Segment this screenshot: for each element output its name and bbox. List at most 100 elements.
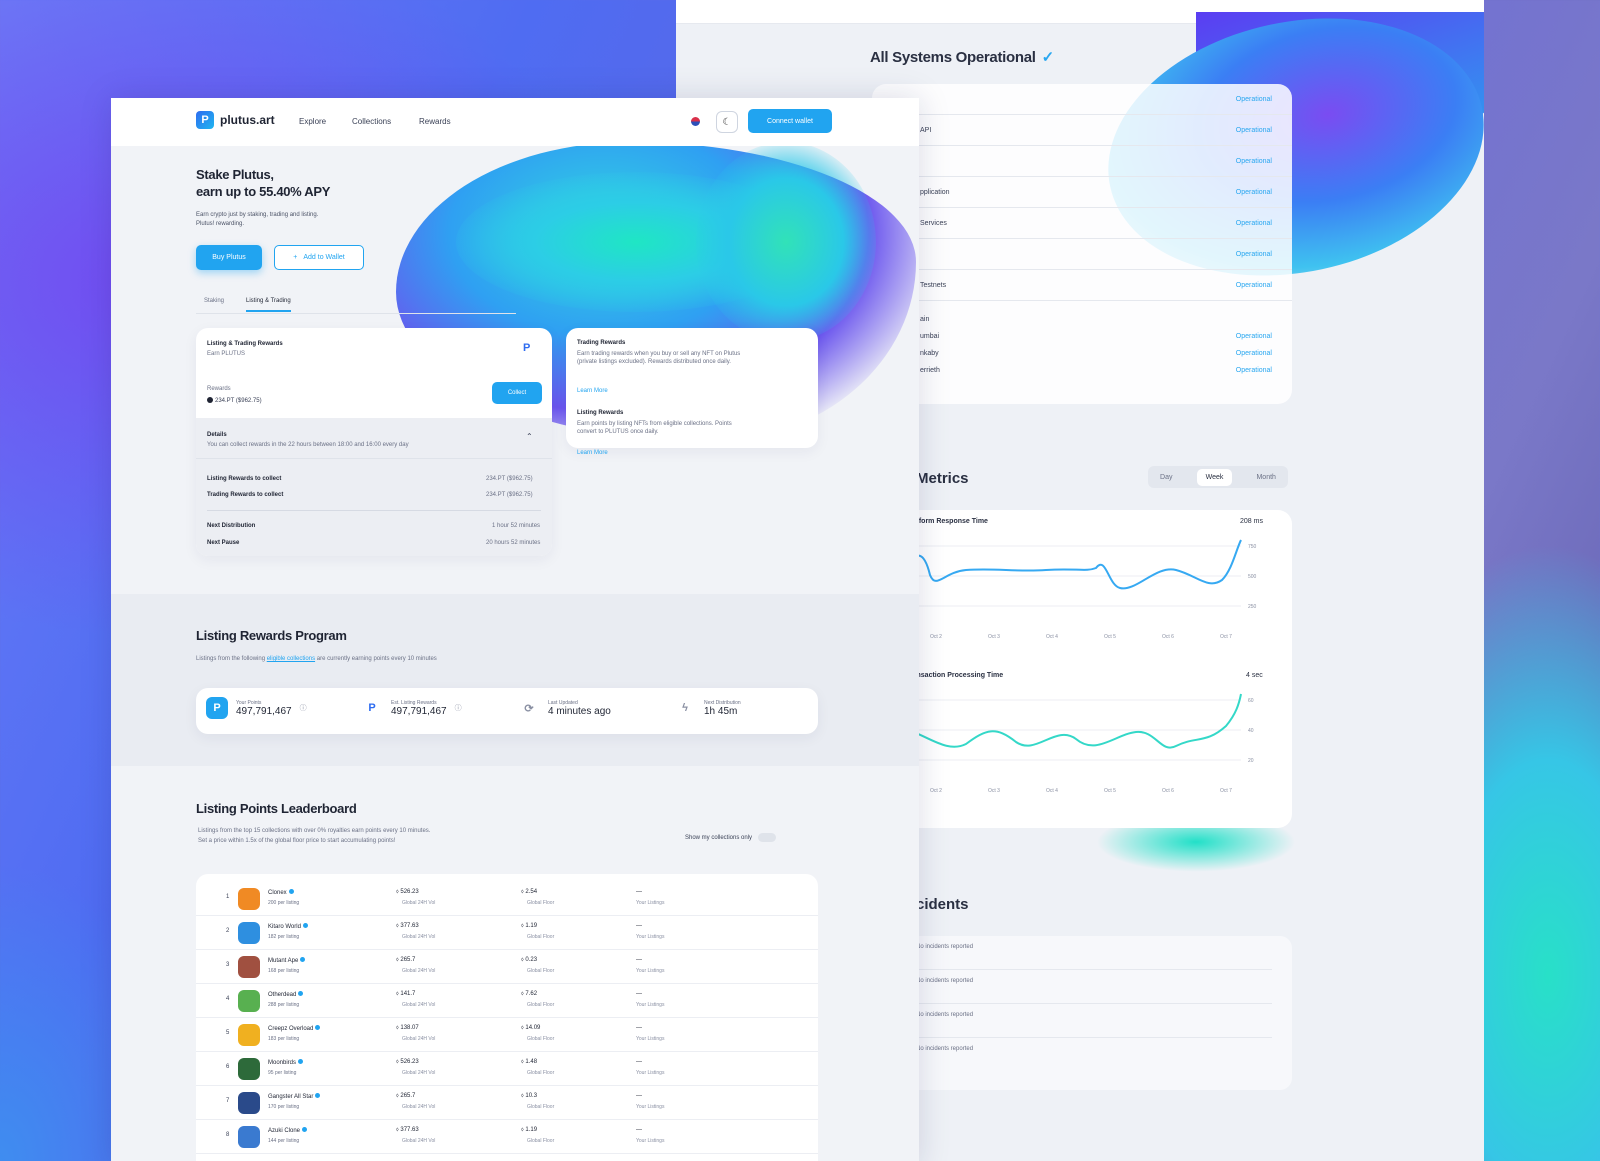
learn-more-link[interactable]: Learn More [577,450,608,456]
brand-name: plutus.art [220,113,275,127]
incidents-card: No incidents reported No incidents repor… [896,936,1292,1090]
global-floor-value: ⬨ 7.62 [521,991,538,997]
rank-number: 5 [226,1030,230,1036]
coin-icon [207,397,213,403]
leaderboard-row[interactable]: 4 Otherdead 288 per listing ⬨ 141.7 Glob… [196,984,818,1018]
leaderboard-row[interactable]: 8 Azuki Clone 144 per listing ⬨ 377.63 G… [196,1120,818,1154]
period-segmented-control: Day Week Month [1148,466,1288,488]
rewards-label: Rewards [207,386,231,392]
your-listings-label: Your Listings [636,1070,665,1076]
chevron-up-icon[interactable]: ⌃ [526,432,533,441]
your-listings-value: — [636,991,642,997]
global-volume-value: ⬨ 377.63 [396,1127,419,1133]
leaderboard-row[interactable]: 6 Moonbirds 95 per listing ⬨ 526.23 Glob… [196,1052,818,1086]
collection-avatar [238,1092,260,1114]
nav-link-collections[interactable]: Collections [352,117,391,126]
chart-1-ytick: 250 [1248,604,1257,610]
stat-your-points: P Your Points 497,791,467 ⓘ [206,697,307,719]
collection-name[interactable]: Gangster All Star [268,1093,321,1100]
verified-badge-icon [288,889,294,894]
metrics-title: Metrics [916,470,969,487]
theme-toggle-button[interactable]: ☾ [716,111,738,133]
add-to-wallet-button[interactable]: + Add to Wallet [274,245,364,270]
connect-wallet-button[interactable]: Connect wallet [748,109,832,133]
collection-name[interactable]: Kitaro World [268,923,308,930]
metrics-chart-card: Platform Response Time 208 ms 750 500 25… [896,510,1292,828]
global-volume-value: ⬨ 526.23 [396,889,419,895]
rewards-card: Listing & Trading Rewards Earn PLUTUS P … [196,328,552,556]
info-icon[interactable]: ⓘ [455,703,462,713]
points-per-listing: 200 per listing [268,900,300,906]
global-volume-value: ⬨ 377.63 [396,923,419,929]
collection-avatar [238,922,260,944]
global-floor-label: Global Floor [527,934,555,940]
language-flag-icon[interactable] [691,117,700,126]
info-icon[interactable]: ⓘ [300,703,307,713]
global-floor-value: ⬨ 14.09 [521,1025,541,1031]
global-floor-label: Global Floor [527,1002,555,1008]
detail-row-label: Next Pause [207,540,240,546]
segment-day[interactable]: Day [1160,474,1172,481]
collection-name[interactable]: Clonex [268,889,294,896]
chart-2-xtick: Oct 5 [1104,788,1116,794]
learn-more-link[interactable]: Learn More [577,388,608,394]
nav-link-rewards[interactable]: Rewards [419,117,451,126]
incident-row: No incidents reported [916,936,1272,970]
leaderboard-title: Listing Points Leaderboard [196,801,357,816]
testnet-row: ain [920,316,930,323]
global-volume-value: ⬨ 265.7 [396,957,416,963]
your-listings-value: — [636,957,642,963]
your-listings-value: — [636,1059,642,1065]
chart-1-series-line [901,539,1242,590]
segment-month[interactable]: Month [1256,474,1275,481]
global-floor-label: Global Floor [527,1138,555,1144]
plutus-icon: P [206,697,228,719]
chart-2-ytick: 40 [1248,728,1254,734]
segment-week[interactable]: Week [1196,468,1233,486]
nav-link-explore[interactable]: Explore [299,117,326,126]
info-desc-trading: Earn trading rewards when you buy or sel… [577,351,741,365]
brand-logo[interactable]: P plutus.art [196,111,275,129]
collection-name[interactable]: Moonbirds [268,1059,304,1066]
hero-title: Stake Plutus, earn up to 55.40% APY [196,167,331,199]
toggle-switch[interactable] [758,833,777,842]
leaderboard-row[interactable]: 5 Creepz Overload 183 per listing ⬨ 138.… [196,1018,818,1052]
tab-listing-trading[interactable]: Listing & Trading [246,298,291,312]
collection-name[interactable]: Mutant Ape [268,957,306,964]
leaderboard-row[interactable]: 7 Gangster All Star 170 per listing ⬨ 26… [196,1086,818,1120]
global-volume-label: Global 24H Vol [402,1070,436,1076]
your-listings-label: Your Listings [636,968,665,974]
refresh-icon[interactable]: ⟳ [518,697,540,719]
buy-plutus-button[interactable]: Buy Plutus [196,245,262,270]
my-collections-toggle[interactable]: Show my collections only [685,833,777,842]
collection-name[interactable]: Azuki Clone [268,1127,308,1134]
rewards-tabs: Staking Listing & Trading [196,294,516,314]
plutus-token-icon: P [523,342,531,354]
collection-name[interactable]: Otherdead [268,991,304,998]
status-row: Testnets Operational [872,270,1292,301]
staking-page-panel: P plutus.art Explore Collections Rewards… [111,98,919,1161]
rank-number: 2 [226,928,230,934]
details-panel: Details You can collect rewards in the 2… [196,418,552,556]
your-listings-label: Your Listings [636,934,665,940]
detail-row-label: Next Distribution [207,523,256,529]
global-volume-label: Global 24H Vol [402,1138,436,1144]
rewards-value: 234.PT ($962.75) [207,397,262,404]
incident-row: No incidents reported [916,1004,1272,1038]
rank-number: 4 [226,996,230,1002]
collect-button[interactable]: Collect [492,382,542,404]
collection-name[interactable]: Creepz Overload [268,1025,321,1032]
detail-row-label: Trading Rewards to collect [207,492,284,498]
verified-badge-icon [302,923,308,928]
leaderboard-row[interactable]: 1 Clonex 200 per listing ⬨ 526.23 Global… [196,882,818,916]
info-desc-listing: Earn points by listing NFTs from eligibl… [577,421,732,435]
leaderboard-row[interactable]: 2 Kitaro World 182 per listing ⬨ 377.63 … [196,916,818,950]
eligible-collections-link[interactable]: eligible collections [267,656,315,662]
points-per-listing: 168 per listing [268,968,300,974]
your-listings-value: — [636,1127,642,1133]
leaderboard-row[interactable]: 3 Mutant Ape 168 per listing ⬨ 265.7 Glo… [196,950,818,984]
chart-1-value: 208 ms [1240,518,1263,525]
status-title: All Systems Operational ✓ [870,49,1054,66]
tab-staking[interactable]: Staking [204,298,224,304]
global-volume-label: Global 24H Vol [402,900,436,906]
